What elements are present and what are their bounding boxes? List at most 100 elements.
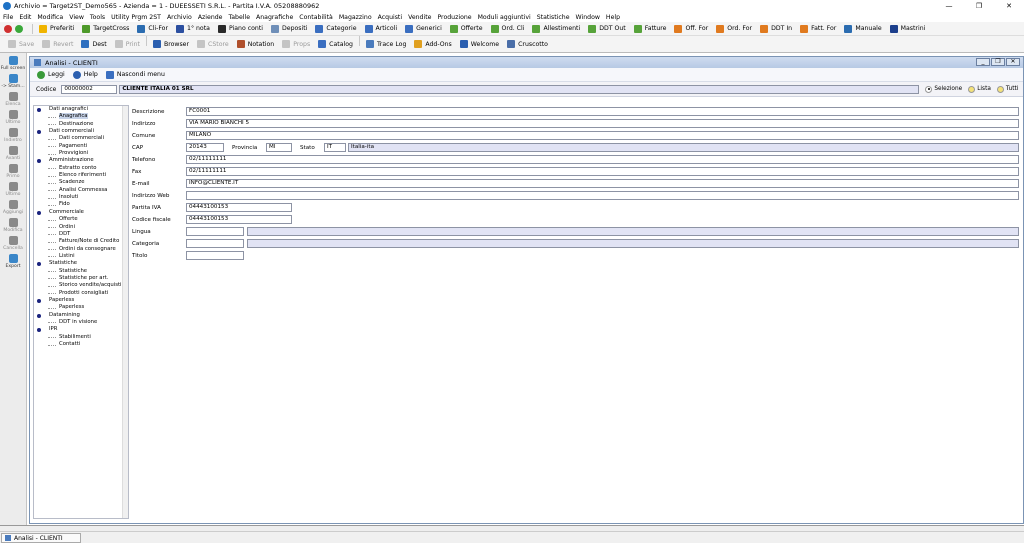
tree-item-destinazione[interactable]: Destinazione — [34, 121, 128, 128]
sidebar-item-full-screen[interactable]: Full screen — [0, 56, 26, 71]
sidebar-item-ultimo[interactable]: Ultimo — [0, 182, 26, 197]
sidebar-item-elenca[interactable]: Elenca — [0, 92, 26, 107]
toolbar-fatt-for-button[interactable]: Fatt. For — [796, 22, 840, 35]
tree-item-storico-vendite-acquisti[interactable]: Storico vendite/acquisti — [34, 282, 128, 289]
menu-window[interactable]: Window — [573, 14, 603, 21]
radio-tutti[interactable]: Tutti — [996, 85, 1018, 93]
email-input[interactable]: INFO@CLIENTE.IT — [186, 179, 1019, 188]
web-input[interactable] — [186, 191, 1019, 200]
telefono-input[interactable]: 02/11111111 — [186, 155, 1019, 164]
tree-group-amministrazione[interactable]: Amministrazione — [34, 157, 128, 164]
taskbar-item-analisi-clienti[interactable]: Analisi - CLIENTI — [1, 533, 81, 543]
toolbar-cstore-button[interactable]: CStore — [193, 36, 233, 52]
toolbar-off-for-button[interactable]: Off. For — [670, 22, 712, 35]
piva-input[interactable]: 04443100153 — [186, 203, 292, 212]
sidebar-item-export[interactable]: Export — [0, 254, 26, 269]
toolbar-allestimenti-button[interactable]: Allestimenti — [528, 22, 584, 35]
tree-group-dati-anagrafici[interactable]: Dati anagrafici — [34, 106, 128, 113]
toolbar-save-button[interactable]: Save — [4, 36, 38, 52]
toolbar-ord-for-button[interactable]: Ord. For — [712, 22, 756, 35]
tree-item-statistiche[interactable]: Statistiche — [34, 268, 128, 275]
tree-group-dati-commerciali[interactable]: Dati commerciali — [34, 128, 128, 135]
tree-item-scadenze[interactable]: Scadenze — [34, 179, 128, 186]
toolbar-cruscotto-button[interactable]: Cruscotto — [503, 36, 552, 52]
toolbar-targetcross-button[interactable]: TargetCross — [78, 22, 133, 35]
toolbar-cli-for-button[interactable]: Cli-For — [133, 22, 172, 35]
toolbar-browser-button[interactable]: Browser — [149, 36, 193, 52]
tree-group-datamining[interactable]: Datamining — [34, 312, 128, 319]
tree-item-stabilimenti[interactable]: Stabilimenti — [34, 334, 128, 341]
child-close-button[interactable]: ✕ — [1006, 58, 1020, 66]
indirizzo-input[interactable]: VIA MARIO BIANCHI 5 — [186, 119, 1019, 128]
tree-item-dati-commerciali[interactable]: Dati commerciali — [34, 135, 128, 142]
tree-item-pagamenti[interactable]: Pagamenti — [34, 143, 128, 150]
toolbar-offerte-button[interactable]: Offerte — [446, 22, 487, 35]
toolbar-dest-button[interactable]: Dest — [77, 36, 110, 52]
menu-edit[interactable]: Edit — [16, 14, 34, 21]
lingua-input[interactable] — [186, 227, 244, 236]
tree-item-fido[interactable]: Fido — [34, 201, 128, 208]
sidebar-item-ultimo[interactable]: Ultimo — [0, 110, 26, 125]
tree-item-listini[interactable]: Listini — [34, 253, 128, 260]
toolbar-ddt-in-button[interactable]: DDT In — [756, 22, 796, 35]
radio-selezione[interactable]: Selezione — [925, 85, 962, 93]
child-restore-button[interactable]: ❐ — [991, 58, 1005, 66]
sidebar-item-avanti[interactable]: Avanti — [0, 146, 26, 161]
menu-contabilita[interactable]: Contabilità — [296, 14, 336, 21]
cap-input[interactable]: 20143 — [186, 143, 224, 152]
toolbar-articoli-button[interactable]: Articoli — [361, 22, 402, 35]
close-button[interactable]: ✕ — [994, 0, 1024, 12]
toolbar-catalog-button[interactable]: Catalog — [314, 36, 357, 52]
tree-item-offerte[interactable]: Offerte — [34, 216, 128, 223]
toolbar-preferiti-button[interactable]: Preferiti — [35, 22, 78, 35]
toolbar-depositi-button[interactable]: Depositi — [267, 22, 311, 35]
child-minimize-button[interactable]: _ — [976, 58, 990, 66]
sidebar-item-stam[interactable]: -> Stam... — [0, 74, 26, 89]
toolbar-add-ons-button[interactable]: Add-Ons — [410, 36, 455, 52]
tree-group-statistiche[interactable]: Statistiche — [34, 260, 128, 267]
toolbar-props-button[interactable]: Props — [278, 36, 314, 52]
leggi-button[interactable]: Leggi — [33, 68, 69, 81]
menu-acquisti[interactable]: Acquisti — [375, 14, 405, 21]
tree-item-insoluti[interactable]: Insoluti — [34, 194, 128, 201]
menu-anagrafiche[interactable]: Anagrafiche — [253, 14, 296, 21]
fax-input[interactable]: 02/11111111 — [186, 167, 1019, 176]
toolbar-ddt-out-button[interactable]: DDT Out — [584, 22, 630, 35]
restore-button[interactable]: ❐ — [964, 0, 994, 12]
sidebar-item-indietro[interactable]: Indietro — [0, 128, 26, 143]
provincia-input[interactable]: MI — [266, 143, 292, 152]
menu-produzione[interactable]: Produzione — [434, 14, 474, 21]
toolbar-revert-button[interactable]: Revert — [38, 36, 77, 52]
stato-input[interactable]: IT — [324, 143, 346, 152]
toolbar-notation-button[interactable]: Notation — [233, 36, 278, 52]
tree-item-statistiche-per-art[interactable]: Statistiche per art. — [34, 275, 128, 282]
tree-item-estratto-conto[interactable]: Estratto conto — [34, 165, 128, 172]
toolbar-generici-button[interactable]: Generici — [401, 22, 446, 35]
tree-item-ordini-da-consegnare[interactable]: Ordini da consegnare — [34, 246, 128, 253]
toolbar-manuale-button[interactable]: Manuale — [840, 22, 885, 35]
menu-file[interactable]: File — [0, 14, 16, 21]
tree-item-provvigioni[interactable]: Provvigioni — [34, 150, 128, 157]
menu-utility[interactable]: Utility Prgm 2ST — [108, 14, 164, 21]
sidebar-item-primo[interactable]: Primo — [0, 164, 26, 179]
toolbar-ord-cli-button[interactable]: Ord. Cli — [487, 22, 529, 35]
cf-input[interactable]: 04443100153 — [186, 215, 292, 224]
menu-tabelle[interactable]: Tabelle — [225, 14, 253, 21]
comune-input[interactable]: MILANO — [186, 131, 1019, 140]
tree-item-ddt-in-visione[interactable]: DDT in visione — [34, 319, 128, 326]
menu-archivio[interactable]: Archivio — [164, 14, 195, 21]
menu-help[interactable]: Help — [603, 14, 623, 21]
toolbar-mastrini-button[interactable]: Mastrini — [886, 22, 930, 35]
tree-item-analisi-commessa[interactable]: Analisi Commessa — [34, 187, 128, 194]
menu-vendite[interactable]: Vendite — [405, 14, 434, 21]
categoria-input[interactable] — [186, 239, 244, 248]
menu-moduli-aggiuntivi[interactable]: Moduli aggiuntivi — [475, 14, 534, 21]
tree-group-ipr[interactable]: IPR — [34, 326, 128, 333]
tree-item-anagrafica[interactable]: Anagrafica — [34, 113, 128, 120]
tree-item-paperless[interactable]: Paperless — [34, 304, 128, 311]
codice-input[interactable]: 00000002 — [61, 84, 118, 94]
tree-item-ddt[interactable]: DDT — [34, 231, 128, 238]
tree-scrollbar[interactable] — [122, 106, 128, 518]
tree-item-elenco-riferimenti[interactable]: Elenco riferimenti — [34, 172, 128, 179]
menu-aziende[interactable]: Aziende — [195, 14, 226, 21]
